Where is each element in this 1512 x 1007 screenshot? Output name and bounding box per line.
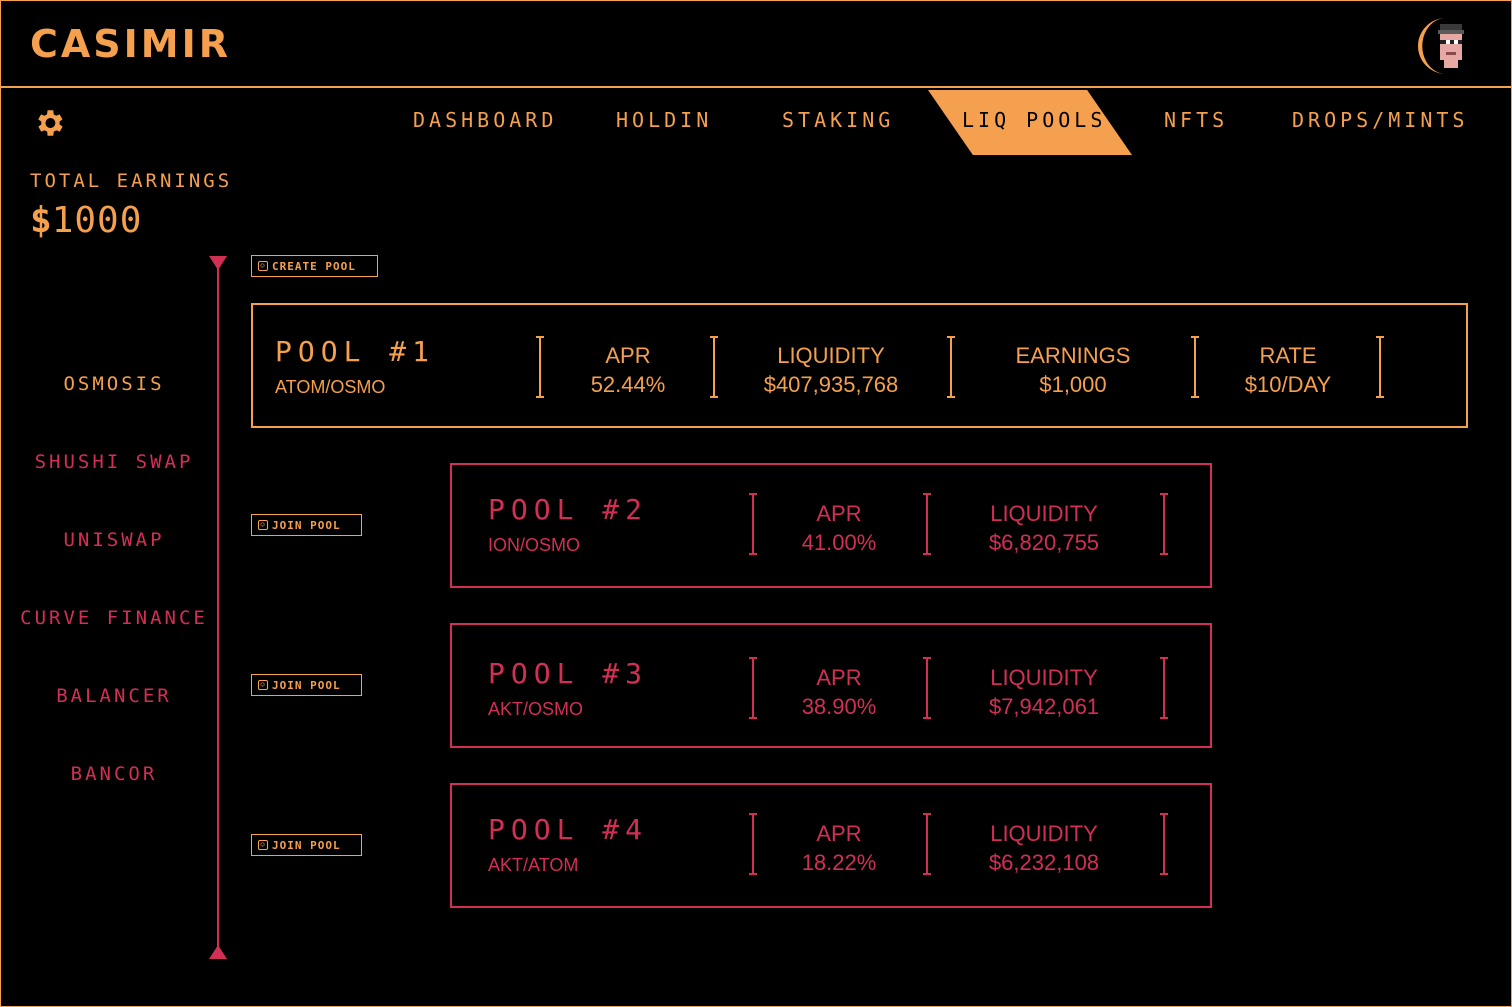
total-earnings-value: $1000 [30, 200, 142, 241]
scroll-down-arrow-icon[interactable] [209, 945, 227, 959]
currency-symbol: $ [30, 200, 52, 241]
header: CASIMIR [0, 0, 1512, 88]
apr-value: 38.90% [801, 694, 877, 719]
create-pool-label: CREATE POOL [272, 259, 356, 273]
pool-card-4[interactable]: POOL #4 AKT/ATOM APR 18.22% LIQUIDITY $6… [450, 783, 1212, 908]
earnings-amount: 1000 [51, 200, 143, 241]
pool-pair: AKT/ATOM [488, 855, 579, 875]
pool-liquidity: LIQUIDITY $6,820,755 [944, 499, 1144, 557]
divider [536, 336, 544, 398]
pool-card-2[interactable]: POOL #2 ION/OSMO APR 41.00% LIQUIDITY $6… [450, 463, 1212, 588]
nav-nfts[interactable]: NFTS [1164, 108, 1228, 132]
apr-label: APR [816, 821, 862, 846]
pool-card-1[interactable]: POOL #1 ATOM/OSMO APR 52.44% LIQUIDITY $… [251, 303, 1468, 428]
pool-title: POOL #1 [275, 335, 436, 368]
pool-card-3[interactable]: POOL #3 AKT/OSMO APR 38.90% LIQUIDITY $7… [450, 623, 1212, 748]
divider [749, 657, 757, 719]
join-pool-button-4[interactable]: ☺ JOIN POOL [251, 834, 362, 856]
divider [923, 493, 931, 555]
total-earnings-label: TOTAL EARNINGS [30, 170, 233, 192]
rate-label: RATE [1259, 343, 1317, 368]
pool-rate: RATE $10/DAY [1213, 341, 1363, 399]
join-pool-label: JOIN POOL [272, 518, 341, 532]
dex-item-bancor[interactable]: BANCOR [0, 763, 228, 785]
nav-staking[interactable]: STAKING [782, 108, 894, 132]
nav-dashboard[interactable]: DASHBOARD [413, 108, 557, 132]
pool-liquidity: LIQUIDITY $6,232,108 [944, 819, 1144, 877]
liquidity-label: LIQUIDITY [990, 821, 1098, 846]
pool-pair: AKT/OSMO [488, 699, 584, 719]
create-pool-button[interactable]: ☺ CREATE POOL [251, 255, 378, 277]
divider [749, 493, 757, 555]
divider [1160, 657, 1168, 719]
dex-item-curve-finance[interactable]: CURVE FINANCE [0, 607, 228, 629]
app-logo[interactable]: CASIMIR [30, 22, 231, 66]
liquidity-label: LIQUIDITY [777, 343, 885, 368]
dex-item-shushi-swap[interactable]: SHUSHI SWAP [0, 451, 228, 473]
nav-holdin[interactable]: HOLDIN [616, 108, 712, 132]
join-pool-label: JOIN POOL [272, 678, 341, 692]
pool-apr: APR 41.00% [764, 499, 914, 557]
liquidity-label: LIQUIDITY [990, 501, 1098, 526]
square-icon: ☺ [258, 261, 268, 271]
pool-pair: ATOM/OSMO [275, 377, 386, 397]
square-icon: ☺ [258, 840, 268, 850]
divider [1160, 813, 1168, 875]
earnings-label: EARNINGS [1015, 343, 1131, 368]
nav-drops-mints[interactable]: DROPS/MINTS [1292, 108, 1468, 132]
apr-label: APR [605, 343, 651, 368]
apr-label: APR [816, 501, 862, 526]
apr-value: 52.44% [590, 372, 666, 397]
earnings-value: $1,000 [1039, 372, 1107, 397]
divider [1191, 336, 1199, 398]
dex-scroll-track[interactable] [217, 262, 219, 950]
rate-value: $10/DAY [1244, 372, 1332, 397]
apr-value: 41.00% [801, 530, 877, 555]
dex-item-osmosis[interactable]: OSMOSIS [0, 373, 228, 395]
join-pool-button-3[interactable]: ☺ JOIN POOL [251, 674, 362, 696]
divider [923, 813, 931, 875]
liquidity-value: $7,942,061 [988, 694, 1100, 719]
join-pool-label: JOIN POOL [272, 838, 341, 852]
square-icon: ☺ [258, 520, 268, 530]
pool-title: POOL #2 [488, 493, 649, 526]
liquidity-value: $6,232,108 [988, 850, 1100, 875]
divider [947, 336, 955, 398]
pool-liquidity: LIQUIDITY $7,942,061 [944, 663, 1144, 721]
liquidity-value: $6,820,755 [988, 530, 1100, 555]
pool-earnings: EARNINGS $1,000 [973, 341, 1173, 399]
liquidity-label: LIQUIDITY [990, 665, 1098, 690]
divider [923, 657, 931, 719]
divider [749, 813, 757, 875]
join-pool-button-2[interactable]: ☺ JOIN POOL [251, 514, 362, 536]
pool-apr: APR 38.90% [764, 663, 914, 721]
dex-item-uniswap[interactable]: UNISWAP [0, 529, 228, 551]
dex-item-balancer[interactable]: BALANCER [0, 685, 228, 707]
square-icon: ☺ [258, 680, 268, 690]
divider [1160, 493, 1168, 555]
pool-title: POOL #3 [488, 657, 649, 690]
nav-liq-pools[interactable]: LIQ POOLS [962, 108, 1106, 132]
liquidity-value: $407,935,768 [763, 372, 899, 397]
pool-pair: ION/OSMO [488, 535, 581, 555]
pool-apr: APR 18.22% [764, 819, 914, 877]
divider [1376, 336, 1384, 398]
pool-apr: APR 52.44% [553, 341, 703, 399]
gear-icon[interactable] [32, 106, 66, 140]
apr-value: 18.22% [801, 850, 877, 875]
apr-label: APR [816, 665, 862, 690]
divider [710, 336, 718, 398]
pool-title: POOL #4 [488, 813, 649, 846]
pixel-avatar-icon[interactable] [1416, 14, 1480, 78]
pool-liquidity: LIQUIDITY $407,935,768 [731, 341, 931, 399]
